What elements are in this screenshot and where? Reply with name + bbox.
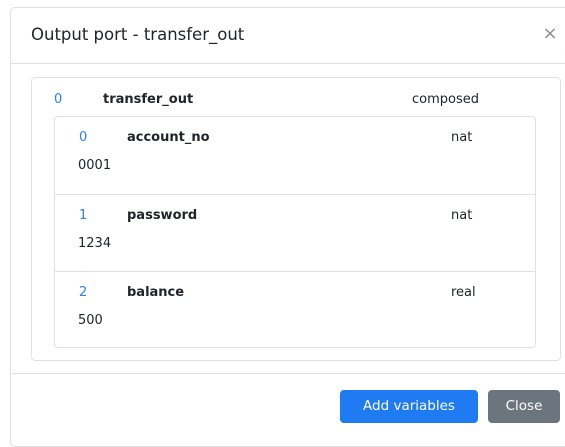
port-type: composed (412, 92, 479, 107)
list-item-account-no[interactable]: 0 account_no nat 0001 (55, 117, 535, 194)
list-item-balance[interactable]: 2 balance real 500 (55, 271, 535, 348)
modal-title: Output port - transfer_out (31, 25, 245, 44)
list-item-password[interactable]: 1 password nat 1234 (55, 194, 535, 271)
variable-name: balance (127, 285, 185, 300)
modal-footer: Add variables Close (11, 373, 565, 433)
output-port-modal: Output port - transfer_out × 0 transfer_… (10, 7, 565, 447)
variable-type: nat (451, 208, 473, 223)
variable-name: account_no (127, 130, 210, 145)
add-variables-button[interactable]: Add variables (340, 390, 478, 423)
close-icon[interactable]: × (538, 22, 562, 46)
close-button[interactable]: Close (488, 390, 560, 423)
variable-value: 1234 (78, 236, 112, 251)
variable-name: password (127, 208, 198, 223)
variable-index: 2 (79, 285, 88, 300)
variable-index: 1 (79, 208, 88, 223)
port-index: 0 (54, 92, 63, 107)
variable-index: 0 (79, 130, 88, 145)
variable-type: nat (451, 130, 473, 145)
variable-value: 0001 (78, 158, 112, 173)
modal-header: Output port - transfer_out × (11, 8, 565, 64)
variable-list: 0 account_no nat 0001 1 password nat 123… (54, 116, 536, 348)
port-name: transfer_out (103, 92, 194, 107)
variable-type: real (451, 285, 476, 300)
port-panel: 0 transfer_out composed 0 account_no nat… (31, 77, 561, 361)
variable-value: 500 (78, 313, 103, 328)
